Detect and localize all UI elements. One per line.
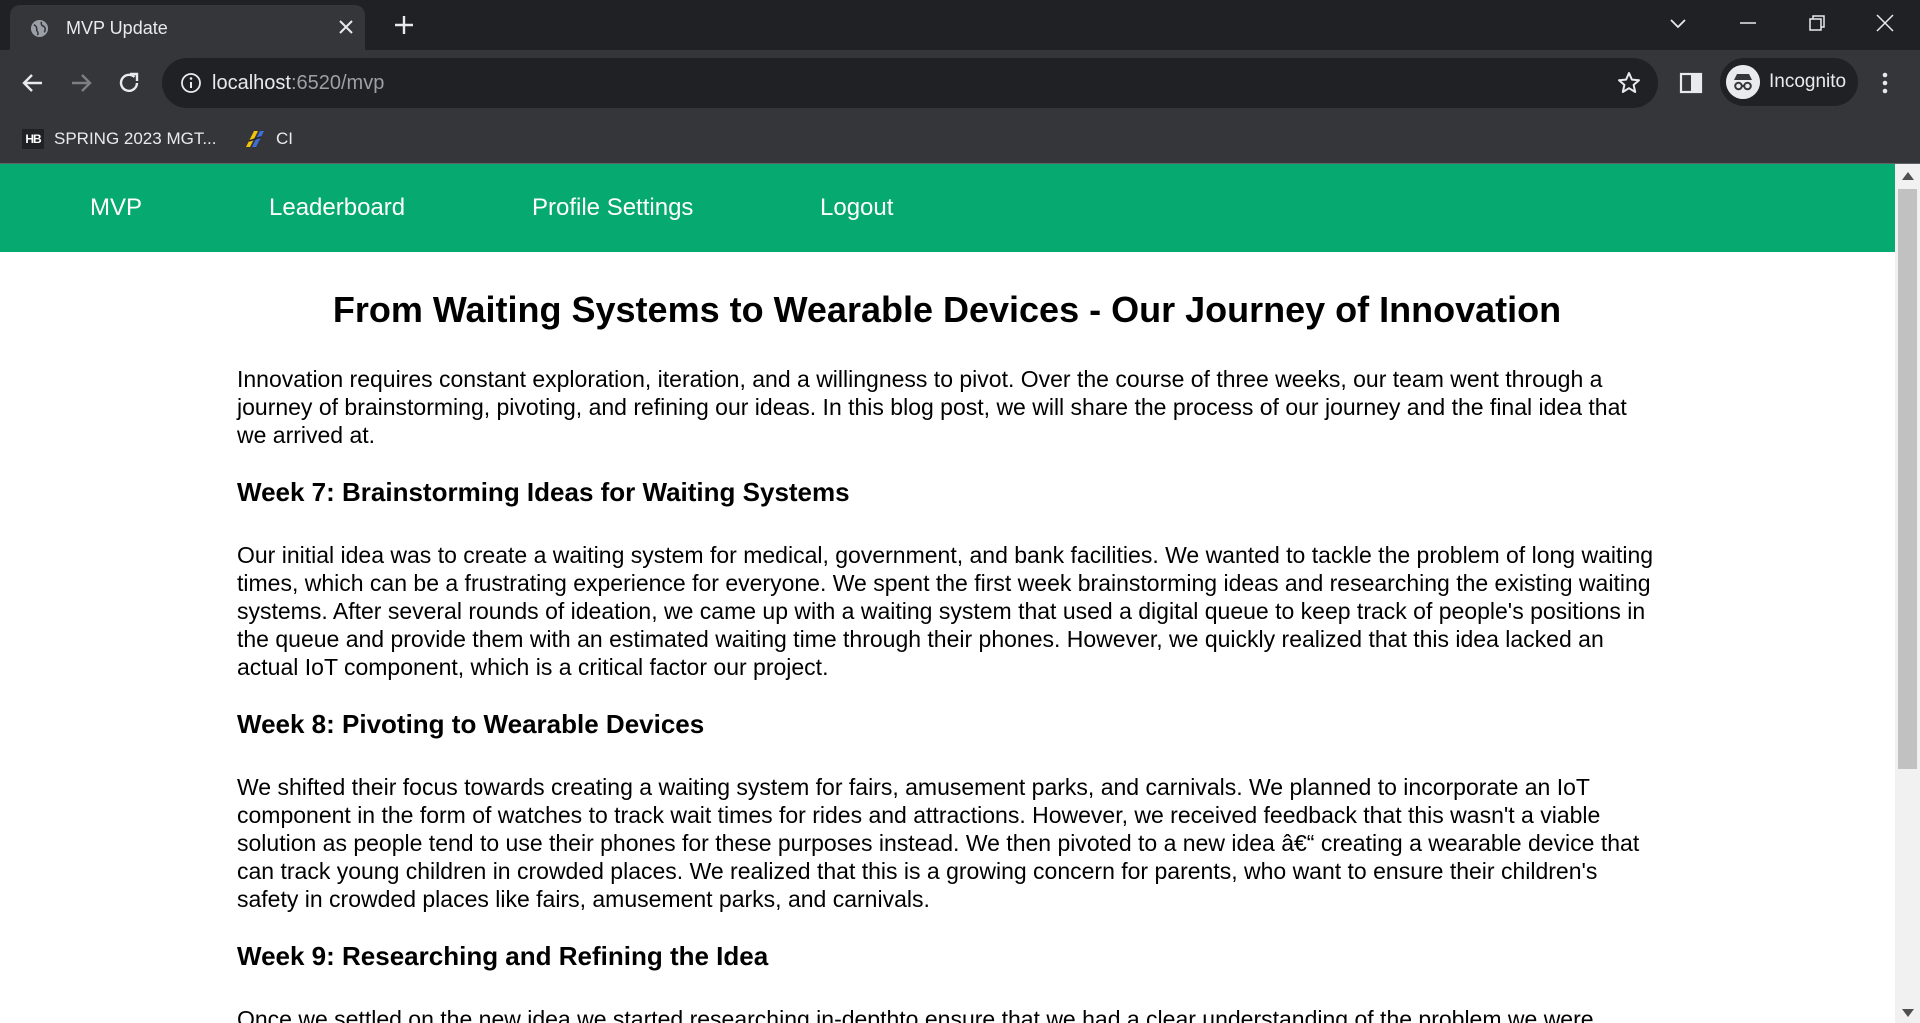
back-arrow-icon[interactable] (20, 70, 46, 96)
section-body-week-8: We shifted their focus towards creating … (237, 774, 1640, 912)
bookmark-label: CI (276, 129, 293, 148)
ci-icon (246, 131, 264, 147)
nav-link-profile-settings[interactable]: Profile Settings (532, 194, 693, 222)
article: From Waiting Systems to Wearable Devices… (237, 252, 1657, 1023)
page-scrollbar[interactable] (1895, 164, 1920, 1023)
address-bar[interactable]: localhost:6520/mvp (162, 58, 1658, 108)
tab-title: MVP Update (66, 18, 168, 38)
side-panel-icon[interactable] (1678, 70, 1704, 96)
new-tab-plus-icon[interactable] (393, 14, 415, 36)
bookmarks-bar: HB SPRING 2023 MGT... CI (0, 115, 1920, 164)
scrollbar-thumb[interactable] (1898, 189, 1917, 769)
incognito-label: Incognito (1769, 71, 1847, 92)
reload-icon[interactable] (116, 70, 142, 96)
section-body-week-9: Once we settled on the new idea,we start… (237, 1006, 1594, 1023)
page-viewport: MVP Leaderboard Profile Settings Logout … (0, 164, 1895, 1023)
hb-icon: HB (22, 129, 44, 149)
minimize-icon[interactable] (1737, 12, 1759, 34)
section-body-week-7: Our initial idea was to create a waiting… (237, 542, 1654, 680)
bookmark-spring-2023[interactable]: HB SPRING 2023 MGT... (22, 125, 217, 153)
bookmark-star-icon[interactable] (1616, 70, 1642, 96)
restore-icon[interactable] (1806, 12, 1828, 34)
browser-toolbar: localhost:6520/mvp Incognito (0, 50, 1920, 115)
url-text[interactable]: localhost:6520/mvp (212, 72, 384, 95)
intro-paragraph: Innovation requires constant exploration… (237, 366, 1627, 448)
section-heading-week-9: Week 9: Researching and Refining the Ide… (237, 941, 769, 971)
scroll-up-arrow-icon[interactable] (1902, 172, 1914, 180)
more-menu-icon[interactable] (1872, 70, 1898, 96)
url-path: :6520/mvp (290, 72, 385, 94)
nav-link-leaderboard[interactable]: Leaderboard (269, 194, 405, 222)
browser-titlebar: MVP Update (0, 0, 1920, 50)
section-heading-week-7: Week 7: Brainstorming Ideas for Waiting … (237, 477, 850, 507)
browser-tab[interactable]: MVP Update (10, 5, 365, 50)
url-host: localhost (212, 72, 291, 94)
tab-search-chevron-icon[interactable] (1667, 12, 1689, 34)
forward-arrow-icon[interactable] (68, 70, 94, 96)
section-heading-week-8: Week 8: Pivoting to Wearable Devices (237, 709, 705, 739)
incognito-profile-button[interactable]: Incognito (1720, 58, 1858, 106)
close-window-icon[interactable] (1874, 12, 1896, 34)
nav-link-logout[interactable]: Logout (820, 194, 893, 222)
scroll-down-arrow-icon[interactable] (1902, 1009, 1914, 1017)
bookmark-label: SPRING 2023 MGT... (54, 129, 217, 148)
close-tab-icon[interactable] (337, 18, 355, 36)
globe-icon (30, 19, 49, 38)
page-title: From Waiting Systems to Wearable Devices… (332, 289, 1562, 330)
bookmark-ci[interactable]: CI (244, 125, 293, 153)
site-navbar: MVP Leaderboard Profile Settings Logout (0, 164, 1895, 252)
incognito-icon (1726, 65, 1760, 99)
nav-link-mvp[interactable]: MVP (90, 194, 142, 222)
site-info-icon[interactable] (180, 72, 202, 94)
